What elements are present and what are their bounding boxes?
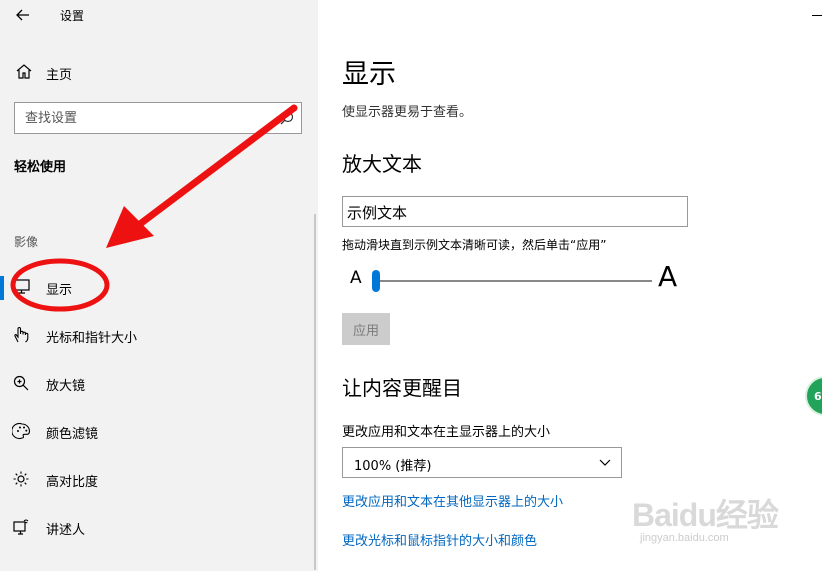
sidebar-item-label: 放大镜 [46, 379, 86, 394]
scale-label: 更改应用和文本在主显示器上的大小 [342, 425, 551, 440]
sun-icon [13, 471, 29, 487]
page-subtitle: 使显示器更易于查看。 [342, 105, 473, 120]
sidebar-item-magnifier[interactable]: 放大镜 [0, 364, 314, 402]
search-icon[interactable] [279, 110, 295, 126]
scale-dropdown-value: 100% (推荐) [354, 459, 432, 474]
minimize-icon[interactable] [812, 15, 822, 16]
sidebar-item-pointer-size[interactable]: 光标和指针大小 [0, 316, 314, 354]
sidebar-item-label: 高对比度 [46, 475, 99, 490]
sidebar-scrollbar[interactable] [314, 214, 316, 570]
search-input[interactable] [15, 103, 277, 133]
slider-track[interactable] [372, 280, 652, 282]
sidebar-item-label: 颜色滤镜 [46, 427, 99, 442]
sidebar-item-label: 讲述人 [46, 523, 86, 538]
sidebar-item-color-filters[interactable]: 颜色滤镜 [0, 412, 314, 450]
main-content: 显示 使显示器更易于查看。 放大文本 示例文本 拖动滑块直到示例文本清晰可读，然… [318, 0, 822, 571]
pointer-hand-icon [14, 326, 29, 343]
text-size-slider[interactable] [372, 270, 652, 292]
back-button[interactable] [11, 3, 35, 27]
sample-text-preview: 示例文本 [342, 196, 688, 227]
search-box[interactable] [14, 102, 302, 134]
back-arrow-icon [16, 9, 29, 21]
section-heading-enlarge-text: 放大文本 [342, 152, 422, 176]
narrator-icon [13, 519, 29, 535]
apply-button[interactable]: 应用 [342, 313, 390, 345]
slider-thumb[interactable] [372, 270, 380, 292]
section-heading-content: 让内容更醒目 [342, 376, 462, 400]
sidebar-item-label: 主页 [46, 68, 73, 83]
group-label: 影像 [14, 235, 39, 249]
home-icon [16, 64, 32, 79]
page-title: 显示 [342, 59, 396, 90]
sidebar-item-narrator[interactable]: 讲述人 [0, 508, 314, 546]
monitor-icon [13, 279, 30, 294]
section-heading: 轻松使用 [14, 160, 67, 175]
sidebar-item-home[interactable]: 主页 [12, 60, 302, 86]
sidebar-item-label: 显示 [46, 283, 73, 298]
link-other-displays[interactable]: 更改应用和文本在其他显示器上的大小 [342, 491, 563, 510]
sidebar-item-label: 光标和指针大小 [46, 331, 138, 346]
sidebar-item-high-contrast[interactable]: 高对比度 [0, 460, 314, 498]
scale-dropdown[interactable]: 100% (推荐) [342, 447, 622, 478]
slider-instruction: 拖动滑块直到示例文本清晰可读，然后单击“应用” [342, 238, 607, 252]
magnifier-icon [13, 375, 29, 391]
sidebar-item-display[interactable]: 显示 [0, 268, 314, 306]
slider-min-glyph: A [350, 268, 362, 288]
link-cursor-size-color[interactable]: 更改光标和鼠标指针的大小和颜色 [342, 530, 537, 549]
window-title: 设置 [60, 9, 85, 23]
sidebar: 设置 主页 轻松使用 影像 显示 光标和指针大小 放大镜 [0, 0, 318, 571]
palette-icon [12, 422, 31, 440]
slider-max-glyph: A [658, 260, 678, 293]
chevron-down-icon [599, 459, 611, 466]
